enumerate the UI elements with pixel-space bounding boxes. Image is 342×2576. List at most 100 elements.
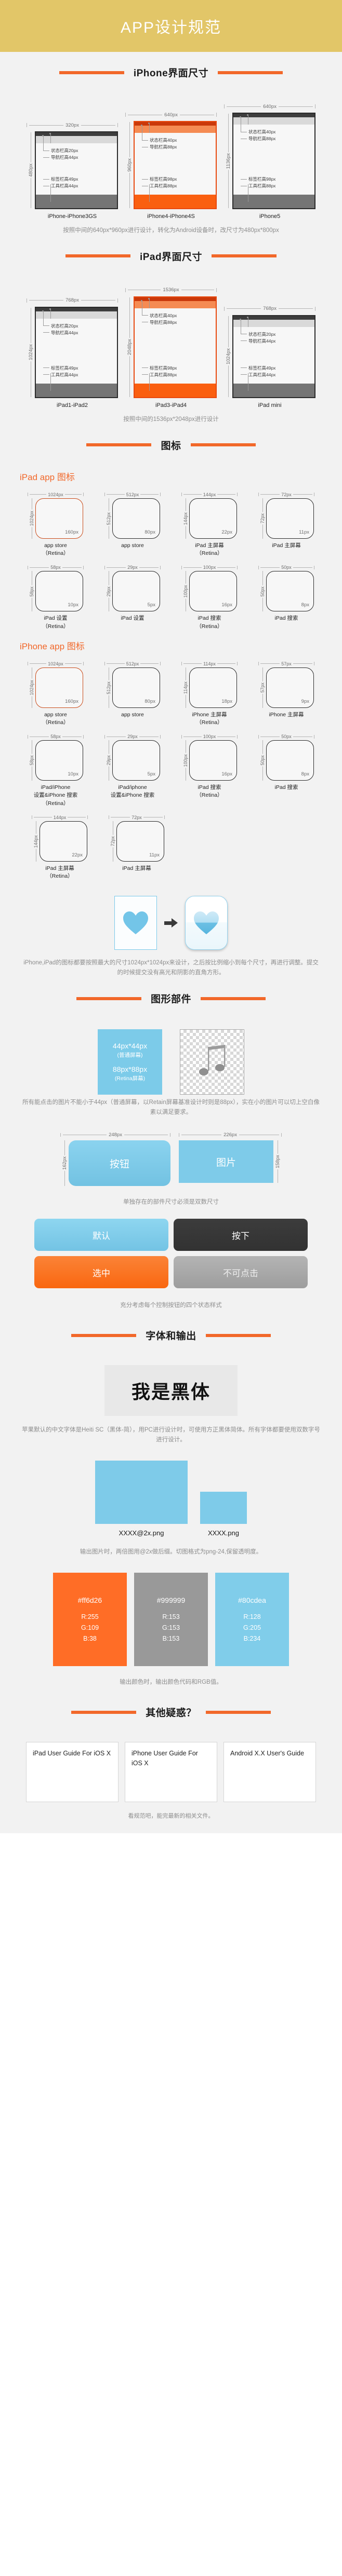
tab-bar-label: 标签栏高49px bbox=[248, 365, 276, 371]
device-height-label: 960px bbox=[126, 157, 133, 173]
tab-bar bbox=[135, 195, 216, 208]
guide-card-0[interactable]: iPad User Guide For iOS X bbox=[26, 1742, 119, 1803]
icon-caption-line: （Retina） bbox=[42, 550, 69, 557]
rule-left bbox=[71, 1710, 137, 1714]
icon-width-dim: 72px bbox=[258, 491, 314, 498]
section-header-iphone-size: iPhone界面尺寸 bbox=[0, 52, 342, 89]
guide-card-2[interactable]: Android X.X User's Guide bbox=[223, 1742, 316, 1803]
swatch-g: G:109 bbox=[81, 1624, 99, 1631]
tab-bar-label: 标签栏高49px bbox=[51, 176, 78, 182]
touch-size-retina: 88px*88px bbox=[112, 1065, 148, 1074]
section-header-questions: 其他疑惑？ bbox=[0, 1687, 342, 1728]
icon-width-dim: 144px bbox=[181, 491, 238, 498]
icon-height-dim: 144px bbox=[32, 821, 40, 862]
export-retina-swatch bbox=[95, 1461, 188, 1524]
icon-box: 11px bbox=[116, 821, 164, 862]
tab-bar bbox=[233, 383, 314, 397]
icon-corner-radius-label: 80px bbox=[144, 529, 155, 535]
icon-width-dim: 512px bbox=[104, 660, 161, 667]
icon-corner-radius-label: 8px bbox=[301, 602, 309, 608]
icon-width-label: 50px bbox=[281, 565, 292, 570]
ipad-icon-cell-1-1: 29px 29px 5px iPad 设置 bbox=[97, 564, 168, 630]
device-frame: 状态栏高20px 导航栏高44px 标签栏高49px 工具栏高44px bbox=[232, 315, 315, 398]
icon-caption-line: iPhone 主屏幕 bbox=[269, 711, 304, 718]
transparent-canvas bbox=[180, 1029, 244, 1095]
icon-box: 8px bbox=[266, 740, 314, 781]
nav-bar bbox=[135, 301, 216, 308]
export-normal-label: XXXX.png bbox=[208, 1529, 239, 1537]
icon-height-label: 50px bbox=[260, 585, 265, 598]
icon-corner-radius-label: 8px bbox=[301, 771, 309, 778]
icon-width-label: 1024px bbox=[48, 661, 63, 666]
iphone-icon-row-0: 1024px 1024px 160px app store （Retina） 512px 5… bbox=[0, 654, 342, 727]
icon-corner-radius-label: 22px bbox=[72, 852, 83, 858]
image-component: 226px 图片 158px bbox=[179, 1131, 282, 1186]
section-title: 图形部件 bbox=[150, 994, 191, 1005]
guide-card-1[interactable]: iPhone User Guide For iOS X bbox=[125, 1742, 217, 1803]
icon-caption: iPad 主屏幕 bbox=[272, 542, 300, 550]
icon-box: 10px bbox=[35, 571, 83, 612]
flat-heart-frame bbox=[114, 896, 157, 950]
status-bar bbox=[36, 132, 117, 136]
status-bar bbox=[135, 297, 216, 301]
icon-width-dim: 100px bbox=[181, 733, 238, 740]
status-bar-label: 状态栏高40px bbox=[150, 138, 177, 143]
icon-width-label: 512px bbox=[126, 661, 139, 666]
rule-right bbox=[201, 997, 266, 1000]
icon-height-label: 57px bbox=[260, 682, 265, 694]
icon-width-label: 50px bbox=[281, 734, 292, 740]
iphone-icon-cell-0-0: 1024px 1024px 160px app store （Retina） bbox=[20, 660, 91, 727]
icon-caption: app store （Retina） bbox=[42, 711, 69, 727]
nav-bar-label: 导航栏高88px bbox=[150, 319, 177, 325]
icon-width-label: 100px bbox=[203, 565, 216, 570]
icon-box: 8px bbox=[266, 571, 314, 612]
icon-height-label: 144px bbox=[183, 511, 188, 526]
sample-button[interactable]: 按钮 bbox=[69, 1140, 170, 1187]
export-retina-label: XXXX@2x.png bbox=[119, 1529, 164, 1537]
section-header-graphics: 图形部件 bbox=[0, 978, 342, 1015]
icon-corner-radius-label: 10px bbox=[68, 771, 78, 778]
button-state-pressed[interactable]: 按下 bbox=[174, 1219, 308, 1251]
device-name: iPad1-iPad2 bbox=[57, 402, 88, 408]
ipad-icon-row-1: 58px 58px 10px iPad 设置 （Retina） 29px 29px 5px iP… bbox=[0, 557, 342, 630]
device-width-label: 640px bbox=[263, 103, 277, 110]
icon-box: 9px bbox=[266, 667, 314, 708]
icon-box: 160px bbox=[35, 667, 83, 708]
device-iphone-1: 640px 960px 状态栏高40px 导航栏高88px 标签栏高98px 工具栏高88… bbox=[125, 111, 217, 220]
rule-left bbox=[59, 71, 124, 74]
button-state-default[interactable]: 默认 bbox=[34, 1219, 168, 1251]
icon-width-label: 29px bbox=[127, 734, 138, 740]
status-bar bbox=[36, 307, 117, 311]
swatch-b: B:234 bbox=[243, 1634, 261, 1642]
page-title: APP设计规范 bbox=[120, 19, 222, 36]
device-name: iPhone5 bbox=[259, 213, 281, 220]
icon-caption-line: app store bbox=[121, 711, 144, 718]
device-frame: 状态栏高40px 导航栏高88px 标签栏高98px 工具栏高88px bbox=[134, 296, 217, 398]
nav-bar bbox=[233, 319, 314, 327]
icon-height-label: 100px bbox=[183, 753, 188, 768]
icon-caption-line: iPad 搜索 bbox=[274, 784, 298, 791]
device-height-label: 2048px bbox=[126, 338, 133, 357]
icon-height-label: 72px bbox=[260, 512, 265, 525]
export-normal-swatch bbox=[200, 1492, 247, 1524]
button-state-selected-label: 选中 bbox=[93, 1268, 110, 1278]
nav-bar-label: 导航栏高44px bbox=[51, 155, 78, 160]
touch-size-normal: 44px*44px bbox=[112, 1042, 148, 1051]
app-icon-heart bbox=[185, 896, 228, 950]
icon-caption: app store bbox=[121, 711, 144, 719]
color-swatch-0: #ff6d26 R:255 G:109 B:38 bbox=[53, 1573, 127, 1667]
icon-height-label: 1024px bbox=[29, 510, 34, 527]
tab-bar-label: 标签栏高49px bbox=[51, 365, 78, 371]
status-bar bbox=[233, 114, 314, 117]
iphone-icon-cell-2-1: 72px 72px 11px iPad 主屏幕 bbox=[101, 814, 173, 880]
button-state-selected[interactable]: 选中 bbox=[34, 1256, 168, 1289]
content-area: 状态栏高40px 导航栏高88px 标签栏高98px 工具栏高88px bbox=[135, 297, 216, 391]
device-ipad-2: 768px 1024px 状态栏高20px 导航栏高44px 标签栏高49px 工具栏高4… bbox=[224, 305, 316, 408]
image-height-dim: 158px bbox=[273, 1140, 282, 1183]
icon-width-label: 58px bbox=[50, 565, 61, 570]
tab-bar bbox=[135, 383, 216, 397]
device-height-label: 480px bbox=[28, 162, 34, 178]
device-width-dim: 640px bbox=[125, 111, 217, 119]
section-header-font-output: 字体和输出 bbox=[0, 1311, 342, 1352]
swatch-g: G:153 bbox=[162, 1624, 180, 1631]
